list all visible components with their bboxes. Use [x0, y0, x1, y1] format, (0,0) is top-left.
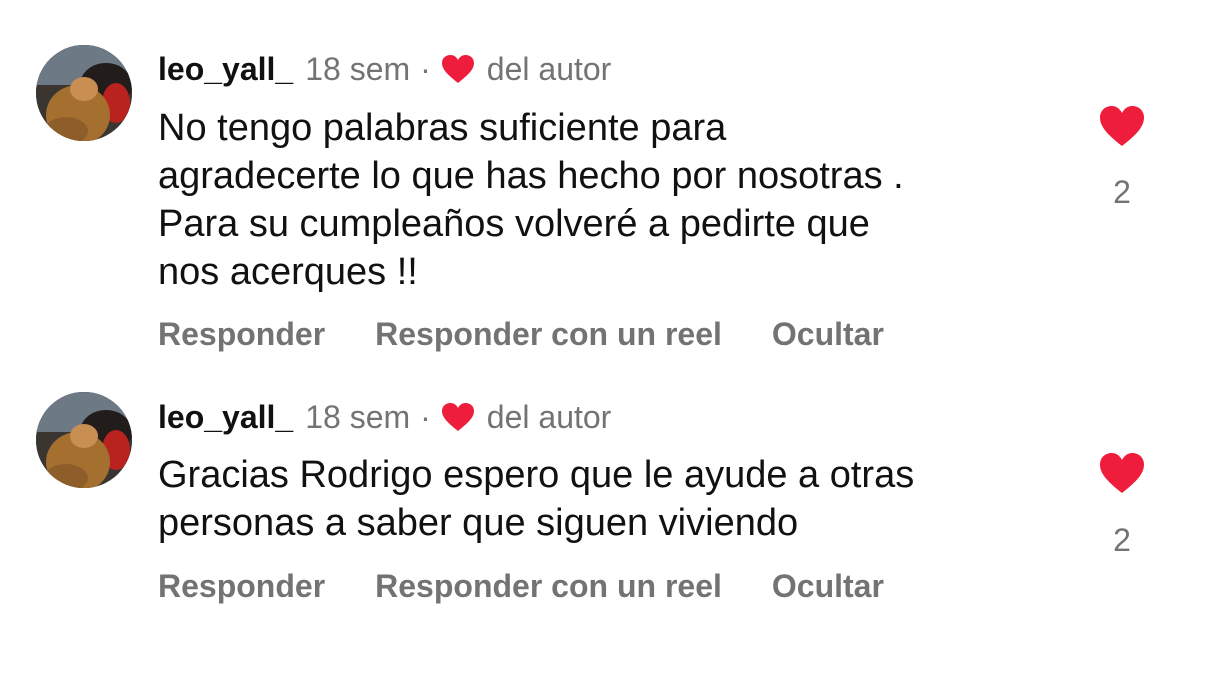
author-liked-label: del autor — [486, 51, 612, 87]
like-count: 2 — [1113, 522, 1131, 558]
like-heart-icon[interactable] — [1099, 105, 1145, 147]
like-count: 2 — [1113, 174, 1131, 210]
heart-icon — [441, 54, 475, 84]
separator: · — [420, 399, 431, 435]
comment-meta: leo_yall_ 18 sem · del autor — [158, 49, 611, 89]
heart-icon — [441, 402, 475, 432]
like-heart-icon[interactable] — [1099, 452, 1145, 494]
comment-actions: Responder Responder con un reel Ocultar — [158, 566, 884, 606]
comment-actions: Responder Responder con un reel Ocultar — [158, 314, 884, 354]
comment-text: Gracias Rodrigo espero que le ayude a ot… — [158, 451, 1058, 547]
avatar[interactable] — [36, 392, 132, 488]
reply-button[interactable]: Responder — [158, 566, 325, 606]
comment-text-line: agradecerte lo que has hecho por nosotra… — [158, 155, 904, 197]
username[interactable]: leo_yall_ — [158, 397, 293, 437]
hide-button[interactable]: Ocultar — [772, 314, 884, 354]
separator: · — [420, 51, 431, 87]
avatar[interactable] — [36, 45, 132, 141]
avatar-photo — [36, 45, 132, 141]
reply-with-reel-button[interactable]: Responder con un reel — [375, 566, 722, 606]
timestamp: 18 sem — [305, 399, 411, 435]
reply-with-reel-button[interactable]: Responder con un reel — [375, 314, 722, 354]
author-liked-label: del autor — [486, 399, 612, 435]
comment-text-line: Para su cumpleaños volveré a pedirte que — [158, 203, 870, 245]
comment-text-line: Gracias Rodrigo espero que le ayude a ot… — [158, 454, 915, 496]
comment-text-line: personas a saber que siguen viviendo — [158, 502, 799, 544]
reply-button[interactable]: Responder — [158, 314, 325, 354]
username[interactable]: leo_yall_ — [158, 49, 293, 89]
hide-button[interactable]: Ocultar — [772, 566, 884, 606]
comment-text-line: nos acerques !! — [158, 251, 418, 293]
comment-meta: leo_yall_ 18 sem · del autor — [158, 397, 611, 437]
comment-text-line: No tengo palabras suficiente para — [158, 107, 727, 149]
timestamp: 18 sem — [305, 51, 411, 87]
avatar-photo — [36, 392, 132, 488]
comment-text: No tengo palabras suficiente para agrade… — [158, 104, 1058, 296]
